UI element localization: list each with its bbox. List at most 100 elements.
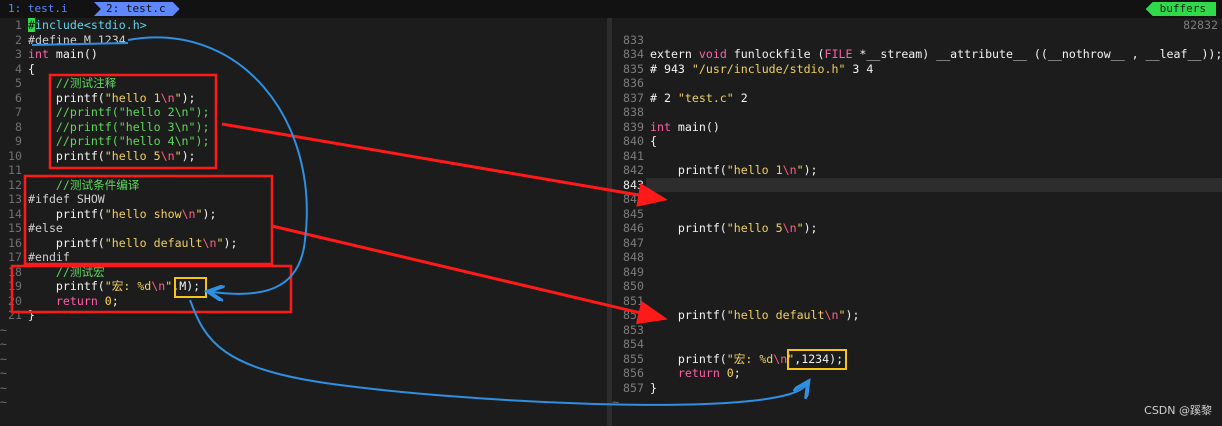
code-line[interactable]: 19 printf("宏: %d\n",M); bbox=[0, 279, 200, 294]
code-token: ; bbox=[111, 293, 119, 308]
code-line[interactable]: 837 # 2 "test.c" 2 bbox=[612, 91, 748, 106]
code-line[interactable]: 856 return 0; bbox=[612, 366, 741, 381]
code-line[interactable]: 838 bbox=[612, 105, 650, 120]
code-token: return bbox=[28, 293, 105, 308]
code-line[interactable]: 21} bbox=[0, 308, 35, 323]
code-token: ); bbox=[803, 163, 818, 177]
code-token: { bbox=[28, 61, 35, 76]
line-number: 857 bbox=[623, 380, 644, 395]
line-number: 842 bbox=[623, 163, 644, 177]
code-line[interactable]: 853 bbox=[612, 323, 650, 338]
code-text: { bbox=[22, 62, 35, 76]
code-line[interactable]: 843 bbox=[612, 178, 650, 193]
code-line[interactable]: 840 { bbox=[612, 134, 657, 149]
code-line[interactable]: 20 return 0; bbox=[0, 294, 119, 309]
code-token: //测试条件编译 bbox=[28, 177, 140, 192]
code-token: extern bbox=[650, 47, 699, 61]
code-line[interactable]: 7 //printf("hello 2\n"); bbox=[0, 105, 209, 120]
code-text: printf("hello 1\n"); bbox=[22, 91, 196, 105]
empty-buffer-tilde: ~ bbox=[0, 395, 7, 409]
line-number: 852 bbox=[623, 308, 644, 322]
code-line[interactable]: 836 bbox=[612, 76, 650, 91]
code-token: \n bbox=[160, 148, 175, 163]
line-number: 855 bbox=[623, 351, 644, 366]
code-line[interactable]: 852 printf("hello default\n"); bbox=[612, 308, 859, 323]
code-text: extern void funlockfile (FILE *__stream)… bbox=[644, 47, 1222, 61]
code-line[interactable]: 9 //printf("hello 4\n"); bbox=[0, 134, 209, 149]
code-line[interactable]: 847 bbox=[612, 236, 650, 251]
code-line[interactable]: 16 printf("hello default\n"); bbox=[0, 236, 237, 251]
code-line[interactable]: 12 //测试条件编译 bbox=[0, 178, 139, 193]
tab-test-i[interactable]: 1: test.i bbox=[2, 2, 74, 16]
line-number: 836 bbox=[623, 76, 644, 90]
code-text: //测试条件编译 bbox=[22, 177, 140, 192]
code-line[interactable]: 846 printf("hello 5\n"); bbox=[612, 221, 818, 236]
code-line[interactable]: 857} bbox=[612, 381, 657, 396]
code-text: printf("hello default\n"); bbox=[644, 308, 860, 322]
code-line[interactable]: 4{ bbox=[0, 62, 35, 77]
code-text: //printf("hello 3\n"); bbox=[22, 119, 210, 134]
code-line[interactable]: 849 bbox=[612, 265, 650, 280]
code-text: printf("宏: %d\n",M); bbox=[22, 279, 200, 293]
line-number: 19 bbox=[8, 279, 22, 293]
code-line[interactable]: 2 #define M 1234 bbox=[0, 33, 126, 48]
code-line[interactable]: 855 printf("宏: %d\n",1234); bbox=[612, 352, 843, 367]
code-line[interactable]: 10 printf("hello 5\n"); bbox=[0, 149, 196, 164]
code-line[interactable]: 13 #ifdef SHOW bbox=[0, 192, 105, 207]
code-token: printf( bbox=[28, 206, 105, 221]
code-token: "hello show bbox=[104, 206, 182, 221]
code-token: \n bbox=[151, 279, 166, 293]
code-line[interactable]: 11 bbox=[0, 163, 28, 178]
code-line[interactable]: 14 printf("hello show\n"); bbox=[0, 207, 216, 222]
code-line[interactable]: 833 bbox=[612, 33, 650, 48]
code-token: \n bbox=[782, 163, 797, 177]
code-line[interactable]: 841 bbox=[612, 149, 650, 164]
line-number: 13 bbox=[8, 192, 22, 206]
code-token: *__stream) __attribute__ ((__nothrow__ ,… bbox=[852, 47, 1222, 61]
tab-test-c[interactable]: 2: test.c bbox=[94, 2, 180, 16]
code-line[interactable]: 5 //测试注释 bbox=[0, 76, 116, 91]
code-token: # 943 bbox=[650, 61, 692, 76]
code-line[interactable]: 1 #include<stdio.h> bbox=[0, 18, 147, 33]
right-editor-pane[interactable]: 82832 833 834 extern void funlockfile (FIL… bbox=[612, 18, 1222, 426]
code-token: { bbox=[650, 134, 657, 148]
code-line[interactable]: 834 extern void funlockfile (FILE *__stre… bbox=[612, 47, 1222, 62]
line-number: 12 bbox=[8, 177, 22, 192]
code-line[interactable]: 842 printf("hello 1\n"); bbox=[612, 163, 818, 178]
code-text: # 2 "test.c" 2 bbox=[644, 91, 748, 105]
code-line[interactable]: 848 bbox=[612, 250, 650, 265]
code-line[interactable]: 839 int main() bbox=[612, 120, 720, 135]
line-number: 837 bbox=[623, 90, 644, 105]
code-text: int main() bbox=[22, 47, 98, 61]
code-token: "宏: %d bbox=[104, 279, 152, 293]
code-line[interactable]: 850 bbox=[612, 279, 650, 294]
left-editor-pane[interactable]: 1 #include<stdio.h> 2 #define M 1234 3 int ma… bbox=[0, 18, 607, 426]
code-token: include bbox=[34, 18, 84, 32]
code-token: 0 bbox=[726, 366, 734, 380]
code-line[interactable]: 844 bbox=[612, 192, 650, 207]
code-line[interactable]: 851 bbox=[612, 294, 650, 309]
code-token: int bbox=[28, 47, 49, 61]
code-line[interactable]: 3 int main() bbox=[0, 47, 98, 62]
code-line[interactable]: 854 bbox=[612, 337, 650, 352]
code-line[interactable]: 17 #endif bbox=[0, 250, 70, 265]
empty-buffer-tilde: ~ bbox=[0, 351, 7, 366]
code-token: main() bbox=[670, 119, 720, 134]
code-line[interactable]: 15 #else bbox=[0, 221, 63, 236]
code-line[interactable]: 6 printf("hello 1\n"); bbox=[0, 91, 196, 106]
code-line[interactable]: 845 bbox=[612, 207, 650, 222]
code-token: //printf("hello 3\n"); bbox=[28, 119, 210, 134]
tabline: 1: test.i 2: test.c buffers bbox=[0, 0, 1222, 18]
code-line[interactable]: 8 //printf("hello 3\n"); bbox=[0, 120, 209, 135]
line-number: 845 bbox=[623, 206, 644, 221]
line-number: 7 bbox=[15, 105, 22, 119]
code-line[interactable]: 18 //测试宏 bbox=[0, 265, 105, 280]
code-line[interactable]: 835 # 943 "/usr/include/stdio.h" 3 4 bbox=[612, 62, 873, 77]
line-number: 833 bbox=[623, 32, 644, 47]
code-token: "test.c" bbox=[677, 90, 734, 105]
code-token: "hello 5 bbox=[726, 221, 783, 235]
